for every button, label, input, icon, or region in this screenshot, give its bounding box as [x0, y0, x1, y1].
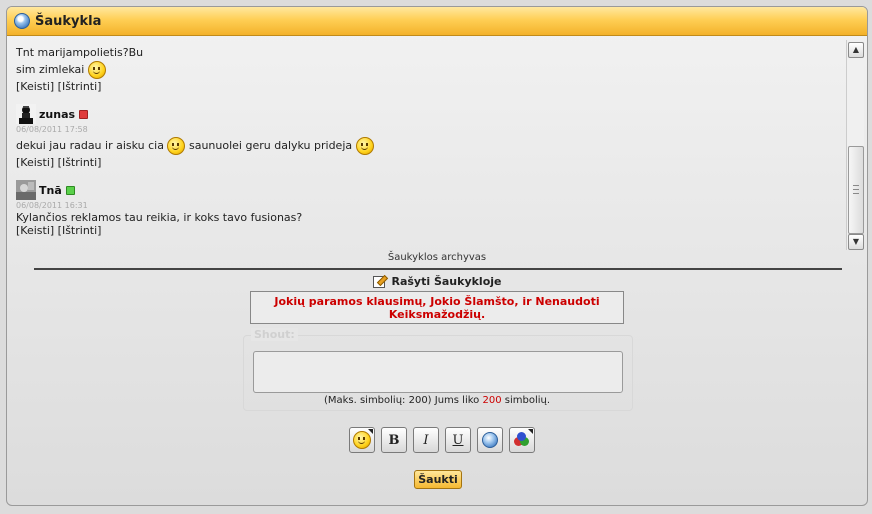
char-counter-remaining: 200 [482, 395, 502, 406]
italic-icon: I [423, 432, 429, 448]
scroll-up-button[interactable]: ▲ [848, 42, 864, 58]
dropdown-corner-icon [528, 429, 533, 434]
scroll-down-button[interactable]: ▼ [848, 234, 864, 250]
message-actions[interactable]: [Keisti] [Ištrinti] [16, 224, 101, 237]
panel-title: Šaukykla [35, 13, 102, 29]
avatar [16, 180, 36, 200]
globe-icon [14, 13, 30, 29]
message-segment: saunuolei geru dalyku prideja [188, 139, 353, 152]
scrollbar[interactable]: ▲ ▼ [846, 40, 864, 250]
message-text: sim zimlekai [16, 61, 106, 79]
archive-link[interactable]: Šaukyklos archyvas [7, 252, 867, 263]
bold-button[interactable]: B [381, 427, 407, 453]
message-line: sim zimlekai [16, 63, 85, 76]
message-actions[interactable]: [Keisti] [Ištrinti] [16, 80, 101, 93]
message-line: Tnt marijampolietis?Bu [16, 46, 144, 59]
message-author-row: Tnā [16, 180, 75, 200]
message-segment: dekui jau radau ir aisku cia [16, 139, 164, 152]
shoutbox-panel: Šaukykla Tnt marijampolietis?Bu sim ziml… [6, 6, 868, 506]
offline-status-icon [79, 109, 89, 119]
rules-notice: Jokių paramos klausimų, Jokio Šlamšto, i… [250, 291, 624, 324]
write-heading-label: Rašyti Šaukykloje [391, 275, 502, 288]
scrollbar-thumb[interactable] [848, 146, 864, 234]
pencil-icon [372, 275, 386, 288]
message-timestamp: 06/08/2011 17:58 [16, 125, 88, 134]
smiley-button[interactable] [349, 427, 375, 453]
smiley-icon [87, 61, 106, 79]
write-heading: Rašyti Šaukykloje [7, 275, 867, 288]
italic-button[interactable]: I [413, 427, 439, 453]
title-bar: Šaukykla [7, 7, 867, 36]
char-counter-suffix: simbolių. [504, 395, 551, 406]
dropdown-corner-icon [368, 429, 373, 434]
smiley-icon [355, 137, 374, 155]
underline-button[interactable]: U [445, 427, 471, 453]
color-button[interactable] [509, 427, 535, 453]
url-icon [482, 432, 498, 448]
message-text: dekui jau radau ir aisku cia saunuolei g… [16, 137, 374, 155]
format-toolbar: B I U [349, 427, 541, 453]
username[interactable]: zunas [39, 108, 75, 121]
shout-messages: Tnt marijampolietis?Bu sim zimlekai [Kei… [7, 37, 845, 253]
message-timestamp: 06/08/2011 16:31 [16, 201, 88, 210]
shout-legend: Shout: [251, 328, 298, 341]
divider [34, 268, 842, 270]
message-author-row: zunas [16, 104, 89, 124]
grip-icon [853, 185, 859, 194]
message-actions[interactable]: [Keisti] [Ištrinti] [16, 156, 101, 169]
bold-icon: B [388, 432, 400, 448]
avatar [16, 104, 36, 124]
underline-icon: U [452, 432, 464, 448]
online-status-icon [65, 185, 75, 195]
smiley-icon [167, 137, 186, 155]
char-counter-prefix: (Maks. simbolių: 200) Jums liko [323, 395, 480, 406]
username[interactable]: Tnā [39, 184, 62, 197]
shout-submit-button[interactable]: Šaukti [414, 470, 462, 489]
shout-input[interactable] [253, 351, 623, 393]
char-counter: (Maks. simbolių: 200) Jums liko 200 simb… [243, 395, 631, 406]
color-icon [514, 432, 530, 448]
message-text: Kylančios reklamos tau reikia, ir koks t… [16, 211, 303, 224]
url-button[interactable] [477, 427, 503, 453]
